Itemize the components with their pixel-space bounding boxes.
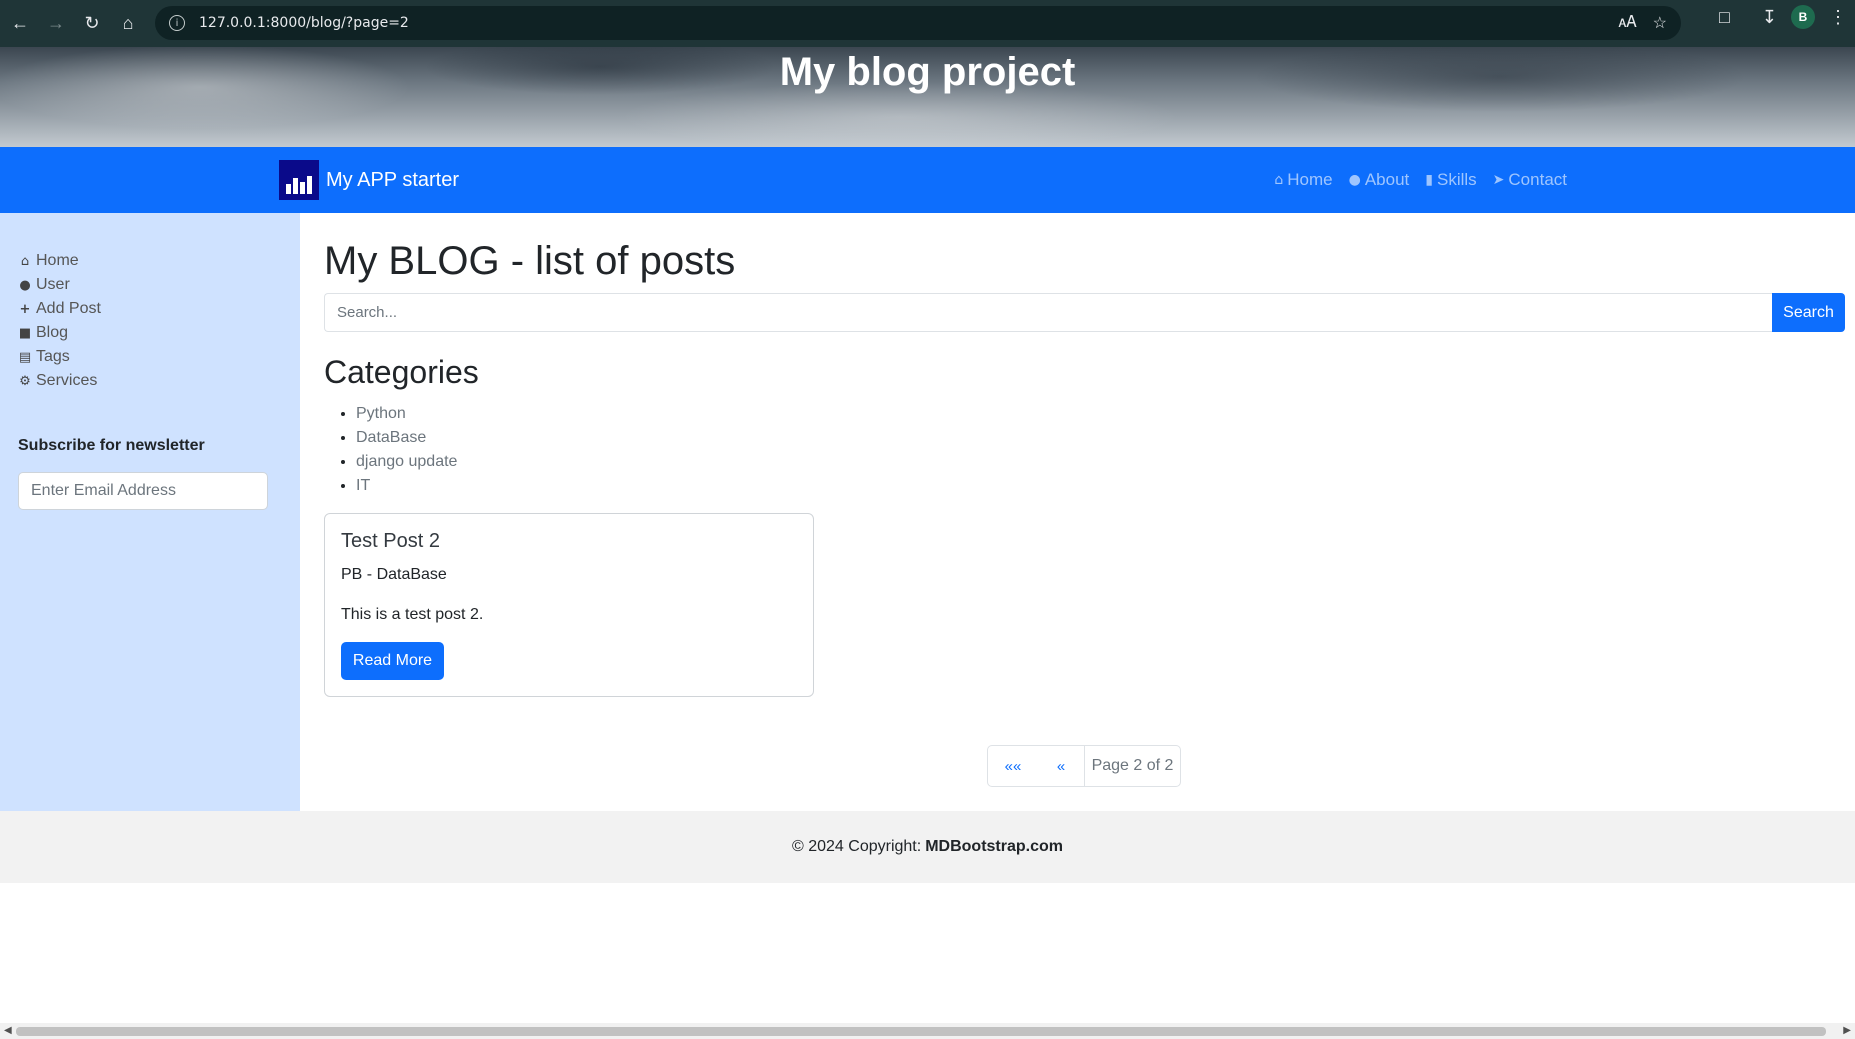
- brand-logo[interactable]: [279, 160, 319, 200]
- post-body: This is a test post 2.: [341, 606, 484, 623]
- nav-link-contact[interactable]: ➤ Contact: [1493, 170, 1567, 190]
- page-indicator: Page 2 of 2: [1084, 746, 1180, 786]
- category-link-django-update[interactable]: django update: [356, 450, 457, 474]
- back-icon[interactable]: ←: [2, 6, 38, 42]
- previous-page-link[interactable]: «: [1038, 746, 1084, 786]
- footer: © 2024 Copyright: MDBootstrap.com: [0, 811, 1855, 883]
- menu-icon[interactable]: ⋮: [1829, 7, 1847, 28]
- sidebar: ⌂ Home ● User + Add Post ■ Blog ▤ Tags ⚙ Servi…: [0, 213, 300, 811]
- download-icon[interactable]: ↧: [1762, 7, 1777, 28]
- extensions-icon[interactable]: □: [1719, 7, 1730, 28]
- star-icon[interactable]: ☆: [1653, 13, 1667, 33]
- reload-icon[interactable]: ↻: [74, 6, 110, 42]
- brand-text[interactable]: My APP starter: [326, 169, 459, 192]
- read-more-button[interactable]: Read More: [341, 642, 444, 680]
- forward-icon[interactable]: →: [38, 6, 74, 42]
- translate-icon[interactable]: 🗚: [1619, 14, 1637, 32]
- home-icon: ⌂: [1274, 172, 1284, 188]
- first-page-link[interactable]: ««: [988, 746, 1038, 786]
- sidebar-item-blog[interactable]: ■ Blog: [18, 321, 101, 345]
- nav-link-about[interactable]: ● About: [1349, 170, 1410, 190]
- paper-plane-icon: ➤: [1492, 172, 1505, 188]
- navbar: My APP starter ⌂ Home ● About ▮ Skills ➤ Con…: [0, 147, 1855, 213]
- search-input[interactable]: [324, 293, 1772, 332]
- pagination: «« « Page 2 of 2: [987, 745, 1181, 787]
- scroll-left-icon[interactable]: ◀: [4, 1025, 12, 1036]
- footer-link[interactable]: MDBootstrap.com: [925, 838, 1063, 856]
- category-link-it[interactable]: IT: [356, 474, 457, 498]
- book-icon: ▮: [1425, 172, 1433, 188]
- newsletter-title: Subscribe for newsletter: [18, 437, 205, 454]
- home-icon[interactable]: ⌂: [110, 6, 146, 42]
- brand[interactable]: My APP starter: [279, 160, 459, 200]
- sidebar-item-user[interactable]: ● User: [18, 273, 101, 297]
- sidebar-item-home[interactable]: ⌂ Home: [18, 249, 101, 273]
- category-link-database[interactable]: DataBase: [356, 426, 457, 450]
- hero-title: My blog project: [779, 50, 1076, 94]
- user-icon: ●: [1348, 172, 1361, 188]
- scrollbar-thumb[interactable]: [16, 1027, 1826, 1036]
- sidebar-item-add-post[interactable]: + Add Post: [18, 297, 101, 321]
- gears-icon: ⚙: [19, 373, 31, 389]
- post-title[interactable]: Test Post 2: [341, 530, 440, 553]
- category-link-python[interactable]: Python: [356, 402, 457, 426]
- search-button[interactable]: Search: [1772, 293, 1845, 332]
- sidebar-menu: ⌂ Home ● User + Add Post ■ Blog ▤ Tags ⚙ Servi…: [18, 249, 101, 393]
- main-content: My BLOG - list of posts Search Categorie…: [300, 213, 1855, 811]
- plus-icon: +: [19, 301, 31, 317]
- nav-link-home[interactable]: ⌂ Home: [1274, 170, 1332, 190]
- post-meta: PB - DataBase: [341, 566, 447, 583]
- home-icon: ⌂: [20, 253, 30, 269]
- post-card: Test Post 2 PB - DataBase This is a test…: [324, 513, 814, 697]
- site-info-icon[interactable]: i: [169, 15, 185, 31]
- search-form: Search: [324, 293, 1845, 332]
- footer-copyright: © 2024 Copyright:: [792, 838, 922, 855]
- horizontal-scrollbar[interactable]: ◀ ▶: [0, 1023, 1855, 1039]
- url-text[interactable]: 127.0.0.1:8000/blog/?page=2: [199, 15, 409, 31]
- sticky-note-icon: ■: [18, 325, 32, 341]
- newsletter-email-input[interactable]: [18, 472, 268, 510]
- browser-toolbar: ← → ↻ ⌂ i 127.0.0.1:8000/blog/?page=2 🗚 …: [0, 0, 1855, 47]
- user-icon: ●: [19, 277, 31, 293]
- categories-title: Categories: [324, 354, 479, 390]
- sidebar-item-services[interactable]: ⚙ Services: [18, 369, 101, 393]
- hero-banner: My blog project: [0, 47, 1855, 147]
- avatar[interactable]: B: [1791, 5, 1815, 29]
- sidebar-item-tags[interactable]: ▤ Tags: [18, 345, 101, 369]
- categories-list: Python DataBase django update IT: [356, 402, 457, 498]
- scroll-right-icon[interactable]: ▶: [1843, 1025, 1851, 1036]
- address-bar[interactable]: i 127.0.0.1:8000/blog/?page=2 🗚 ☆: [155, 6, 1681, 40]
- briefcase-icon: ▤: [18, 349, 32, 365]
- nav-link-skills[interactable]: ▮ Skills: [1425, 170, 1476, 190]
- page-title: My BLOG - list of posts: [324, 239, 736, 283]
